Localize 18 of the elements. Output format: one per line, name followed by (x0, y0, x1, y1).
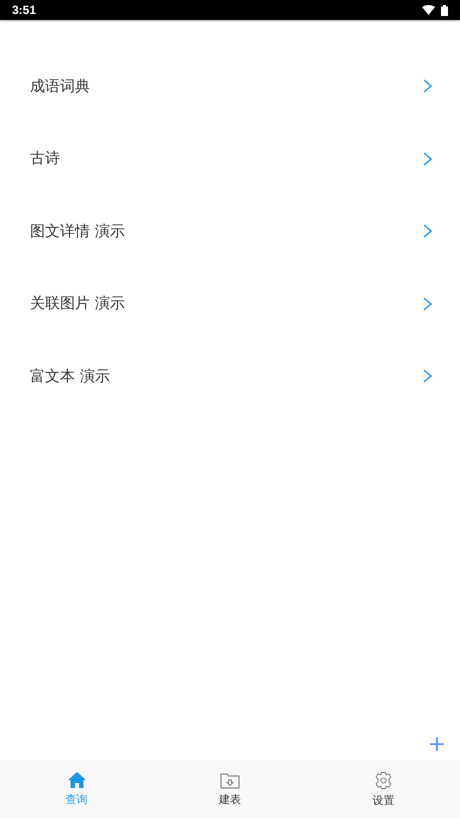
menu-item[interactable]: 图文详情 演示 (0, 195, 460, 268)
menu-item[interactable]: 关联图片 演示 (0, 268, 460, 340)
chevron-right-icon (423, 369, 432, 384)
wifi-icon (422, 5, 435, 15)
chevron-right-icon (423, 224, 432, 238)
nav-tab[interactable]: 设置 (306, 760, 460, 818)
gear-icon (374, 770, 393, 790)
menu-item[interactable]: 富文本 演示 (0, 340, 460, 412)
menu-item[interactable]: 古诗 (0, 122, 460, 195)
menu-item[interactable]: 成语词典 (0, 50, 460, 122)
folder-icon (220, 772, 240, 788)
home-icon (66, 771, 87, 789)
battery-icon (441, 4, 448, 16)
chevron-right-icon (423, 152, 432, 166)
status-time: 3:51 (12, 3, 36, 17)
nav-tab[interactable]: 建表 (153, 760, 307, 818)
chevron-right-icon (423, 79, 432, 94)
chevron-right-icon (423, 296, 432, 311)
